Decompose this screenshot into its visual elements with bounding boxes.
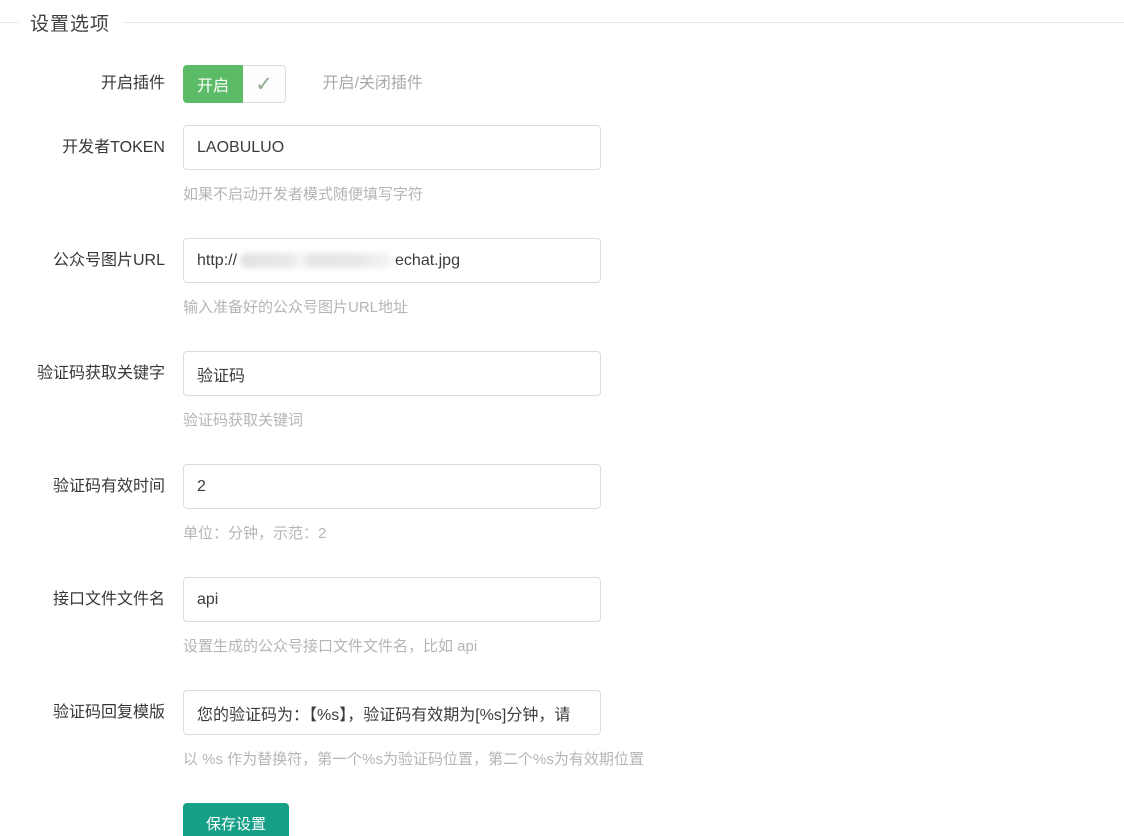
- enable-plugin-toggle[interactable]: 开启 ✓: [183, 65, 287, 103]
- image-url-prefix: http://: [197, 251, 238, 269]
- captcha-keyword-input[interactable]: [183, 351, 601, 396]
- form-row-captcha-valid-time: 验证码有效时间 单位：分钟，示范：2: [0, 464, 1124, 543]
- captcha-valid-time-input[interactable]: [183, 464, 601, 509]
- check-icon[interactable]: ✓: [243, 65, 287, 103]
- save-row-spacer: [0, 803, 165, 836]
- form-row-save: 保存设置: [0, 803, 1124, 836]
- api-filename-label: 接口文件文件名: [52, 591, 165, 608]
- settings-panel: 设置选项 开启插件 开启 ✓ 开启/关闭插件 开发者TOKEN 如果不启动开发者…: [0, 9, 1124, 836]
- reply-template-label: 验证码回复模版: [52, 704, 165, 721]
- captcha-keyword-hint: 验证码获取关键词: [183, 412, 304, 429]
- form-row-captcha-keyword: 验证码获取关键字 验证码获取关键词: [0, 351, 1124, 430]
- form-row-api-filename: 接口文件文件名 设置生成的公众号接口文件文件名，比如 api: [0, 577, 1124, 656]
- image-url-hint: 输入准备好的公众号图片URL地址: [183, 299, 409, 316]
- enable-plugin-hint: 开启/关闭插件: [322, 75, 423, 92]
- image-url-input[interactable]: http:// echat.jpg: [183, 238, 601, 283]
- form-row-developer-token: 开发者TOKEN 如果不启动开发者模式随便填写字符: [0, 125, 1124, 204]
- developer-token-label: 开发者TOKEN: [62, 139, 165, 156]
- reply-template-input[interactable]: [183, 690, 601, 735]
- reply-template-hint: 以 %s 作为替换符，第一个%s为验证码位置，第二个%s为有效期位置: [183, 751, 644, 768]
- form-row-reply-template: 验证码回复模版 以 %s 作为替换符，第一个%s为验证码位置，第二个%s为有效期…: [0, 690, 1124, 769]
- captcha-valid-time-hint: 单位：分钟，示范：2: [183, 525, 327, 542]
- form-row-image-url: 公众号图片URL http:// echat.jpg 输入准备好的公众号图片UR…: [0, 238, 1124, 317]
- developer-token-hint: 如果不启动开发者模式随便填写字符: [183, 186, 424, 203]
- toggle-on-segment[interactable]: 开启: [183, 65, 244, 103]
- enable-plugin-label: 开启插件: [100, 75, 165, 92]
- form-row-enable-plugin: 开启插件 开启 ✓ 开启/关闭插件: [0, 65, 1124, 103]
- settings-form: 开启插件 开启 ✓ 开启/关闭插件 开发者TOKEN 如果不启动开发者模式随便填…: [0, 23, 1124, 836]
- image-url-label: 公众号图片URL: [52, 252, 165, 269]
- image-url-suffix: echat.jpg: [395, 251, 460, 269]
- redacted-blur-strip: [240, 253, 393, 268]
- captcha-valid-time-label: 验证码有效时间: [52, 478, 165, 495]
- developer-token-input[interactable]: [183, 125, 601, 170]
- save-settings-button[interactable]: 保存设置: [183, 803, 290, 836]
- api-filename-input[interactable]: [183, 577, 601, 622]
- captcha-keyword-label: 验证码获取关键字: [36, 365, 165, 382]
- page-title: 设置选项: [18, 9, 123, 36]
- api-filename-hint: 设置生成的公众号接口文件文件名，比如 api: [183, 638, 478, 655]
